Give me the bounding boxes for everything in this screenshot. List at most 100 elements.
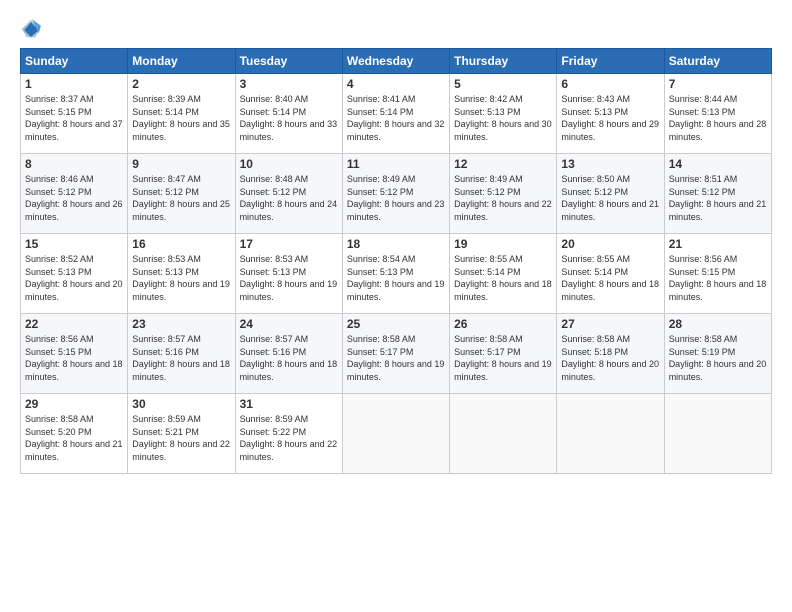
- calendar-body: 1 Sunrise: 8:37 AMSunset: 5:15 PMDaylight…: [21, 74, 772, 474]
- cell-text: Sunrise: 8:50 AMSunset: 5:12 PMDaylight:…: [561, 174, 659, 222]
- day-number: 27: [561, 317, 659, 331]
- logo-icon: [20, 18, 42, 40]
- calendar-cell: [557, 394, 664, 474]
- cell-text: Sunrise: 8:42 AMSunset: 5:13 PMDaylight:…: [454, 94, 552, 142]
- calendar-cell: 13Sunrise: 8:50 AMSunset: 5:12 PMDayligh…: [557, 154, 664, 234]
- calendar-cell: 14 Sunrise: 8:51 AMSunset: 5:12 PMDayligh…: [664, 154, 771, 234]
- cell-text: Sunrise: 8:58 AMSunset: 5:20 PMDaylight:…: [25, 414, 123, 462]
- day-number: 10: [240, 157, 338, 171]
- day-number: 18: [347, 237, 445, 251]
- cell-text: Sunrise: 8:58 AMSunset: 5:17 PMDaylight:…: [454, 334, 552, 382]
- cell-text: Sunrise: 8:49 AMSunset: 5:12 PMDaylight:…: [347, 174, 445, 222]
- calendar-cell: 19 Sunrise: 8:55 AMSunset: 5:14 PMDayligh…: [450, 234, 557, 314]
- calendar-cell: 10Sunrise: 8:48 AMSunset: 5:12 PMDayligh…: [235, 154, 342, 234]
- cell-text: Sunrise: 8:56 AMSunset: 5:15 PMDaylight:…: [25, 334, 123, 382]
- calendar-cell: [664, 394, 771, 474]
- calendar-cell: 23Sunrise: 8:57 AMSunset: 5:16 PMDayligh…: [128, 314, 235, 394]
- day-number: 28: [669, 317, 767, 331]
- calendar-header: SundayMondayTuesdayWednesdayThursdayFrid…: [21, 49, 772, 74]
- cell-text: Sunrise: 8:57 AMSunset: 5:16 PMDaylight:…: [132, 334, 230, 382]
- cell-text: Sunrise: 8:55 AMSunset: 5:14 PMDaylight:…: [454, 254, 552, 302]
- calendar-cell: 12 Sunrise: 8:49 AMSunset: 5:12 PMDayligh…: [450, 154, 557, 234]
- day-number: 2: [132, 77, 230, 91]
- day-number: 21: [669, 237, 767, 251]
- cell-text: Sunrise: 8:56 AMSunset: 5:15 PMDaylight:…: [669, 254, 767, 302]
- day-number: 8: [25, 157, 123, 171]
- day-number: 11: [347, 157, 445, 171]
- logo: [20, 18, 48, 40]
- calendar-cell: 26Sunrise: 8:58 AMSunset: 5:17 PMDayligh…: [450, 314, 557, 394]
- cell-text: Sunrise: 8:40 AMSunset: 5:14 PMDaylight:…: [240, 94, 338, 142]
- day-number: 22: [25, 317, 123, 331]
- calendar: SundayMondayTuesdayWednesdayThursdayFrid…: [20, 48, 772, 474]
- day-number: 20: [561, 237, 659, 251]
- day-number: 3: [240, 77, 338, 91]
- calendar-cell: 29 Sunrise: 8:58 AMSunset: 5:20 PMDayligh…: [21, 394, 128, 474]
- cell-text: Sunrise: 8:43 AMSunset: 5:13 PMDaylight:…: [561, 94, 659, 142]
- day-number: 7: [669, 77, 767, 91]
- cell-text: Sunrise: 8:44 AMSunset: 5:13 PMDaylight:…: [669, 94, 767, 142]
- weekday-sunday: Sunday: [21, 49, 128, 74]
- cell-text: Sunrise: 8:39 AMSunset: 5:14 PMDaylight:…: [132, 94, 230, 142]
- calendar-cell: 3 Sunrise: 8:40 AMSunset: 5:14 PMDaylight…: [235, 74, 342, 154]
- cell-text: Sunrise: 8:59 AMSunset: 5:21 PMDaylight:…: [132, 414, 230, 462]
- calendar-cell: 28 Sunrise: 8:58 AMSunset: 5:19 PMDayligh…: [664, 314, 771, 394]
- day-number: 5: [454, 77, 552, 91]
- day-number: 14: [669, 157, 767, 171]
- week-row-3: 15Sunrise: 8:52 AMSunset: 5:13 PMDayligh…: [21, 234, 772, 314]
- calendar-cell: 31 Sunrise: 8:59 AMSunset: 5:22 PMDayligh…: [235, 394, 342, 474]
- day-number: 4: [347, 77, 445, 91]
- calendar-cell: 8Sunrise: 8:46 AMSunset: 5:12 PMDaylight…: [21, 154, 128, 234]
- cell-text: Sunrise: 8:49 AMSunset: 5:12 PMDaylight:…: [454, 174, 552, 222]
- calendar-cell: [342, 394, 449, 474]
- calendar-cell: 5 Sunrise: 8:42 AMSunset: 5:13 PMDaylight…: [450, 74, 557, 154]
- calendar-cell: 20 Sunrise: 8:55 AMSunset: 5:14 PMDayligh…: [557, 234, 664, 314]
- day-number: 24: [240, 317, 338, 331]
- day-number: 25: [347, 317, 445, 331]
- day-number: 16: [132, 237, 230, 251]
- cell-text: Sunrise: 8:58 AMSunset: 5:19 PMDaylight:…: [669, 334, 767, 382]
- calendar-cell: 15Sunrise: 8:52 AMSunset: 5:13 PMDayligh…: [21, 234, 128, 314]
- calendar-cell: 4Sunrise: 8:41 AMSunset: 5:14 PMDaylight…: [342, 74, 449, 154]
- weekday-tuesday: Tuesday: [235, 49, 342, 74]
- calendar-cell: 30 Sunrise: 8:59 AMSunset: 5:21 PMDayligh…: [128, 394, 235, 474]
- day-number: 30: [132, 397, 230, 411]
- calendar-cell: [450, 394, 557, 474]
- week-row-5: 29 Sunrise: 8:58 AMSunset: 5:20 PMDayligh…: [21, 394, 772, 474]
- weekday-monday: Monday: [128, 49, 235, 74]
- cell-text: Sunrise: 8:53 AMSunset: 5:13 PMDaylight:…: [132, 254, 230, 302]
- day-number: 17: [240, 237, 338, 251]
- weekday-saturday: Saturday: [664, 49, 771, 74]
- calendar-cell: 2 Sunrise: 8:39 AMSunset: 5:14 PMDaylight…: [128, 74, 235, 154]
- calendar-cell: 1 Sunrise: 8:37 AMSunset: 5:15 PMDaylight…: [21, 74, 128, 154]
- calendar-cell: 17Sunrise: 8:53 AMSunset: 5:13 PMDayligh…: [235, 234, 342, 314]
- header: [20, 18, 772, 40]
- cell-text: Sunrise: 8:51 AMSunset: 5:12 PMDaylight:…: [669, 174, 767, 222]
- cell-text: Sunrise: 8:52 AMSunset: 5:13 PMDaylight:…: [25, 254, 123, 302]
- calendar-cell: 27 Sunrise: 8:58 AMSunset: 5:18 PMDayligh…: [557, 314, 664, 394]
- week-row-1: 1 Sunrise: 8:37 AMSunset: 5:15 PMDaylight…: [21, 74, 772, 154]
- day-number: 12: [454, 157, 552, 171]
- cell-text: Sunrise: 8:58 AMSunset: 5:18 PMDaylight:…: [561, 334, 659, 382]
- page: SundayMondayTuesdayWednesdayThursdayFrid…: [0, 0, 792, 612]
- cell-text: Sunrise: 8:59 AMSunset: 5:22 PMDaylight:…: [240, 414, 338, 462]
- cell-text: Sunrise: 8:58 AMSunset: 5:17 PMDaylight:…: [347, 334, 445, 382]
- day-number: 29: [25, 397, 123, 411]
- calendar-cell: 21 Sunrise: 8:56 AMSunset: 5:15 PMDayligh…: [664, 234, 771, 314]
- week-row-4: 22 Sunrise: 8:56 AMSunset: 5:15 PMDayligh…: [21, 314, 772, 394]
- day-number: 19: [454, 237, 552, 251]
- calendar-cell: 25 Sunrise: 8:58 AMSunset: 5:17 PMDayligh…: [342, 314, 449, 394]
- cell-text: Sunrise: 8:54 AMSunset: 5:13 PMDaylight:…: [347, 254, 445, 302]
- cell-text: Sunrise: 8:47 AMSunset: 5:12 PMDaylight:…: [132, 174, 230, 222]
- calendar-cell: 9 Sunrise: 8:47 AMSunset: 5:12 PMDaylight…: [128, 154, 235, 234]
- cell-text: Sunrise: 8:57 AMSunset: 5:16 PMDaylight:…: [240, 334, 338, 382]
- day-number: 9: [132, 157, 230, 171]
- day-number: 1: [25, 77, 123, 91]
- calendar-cell: 6Sunrise: 8:43 AMSunset: 5:13 PMDaylight…: [557, 74, 664, 154]
- day-number: 31: [240, 397, 338, 411]
- weekday-header-row: SundayMondayTuesdayWednesdayThursdayFrid…: [21, 49, 772, 74]
- calendar-cell: 16 Sunrise: 8:53 AMSunset: 5:13 PMDayligh…: [128, 234, 235, 314]
- cell-text: Sunrise: 8:55 AMSunset: 5:14 PMDaylight:…: [561, 254, 659, 302]
- cell-text: Sunrise: 8:37 AMSunset: 5:15 PMDaylight:…: [25, 94, 123, 142]
- calendar-cell: 22 Sunrise: 8:56 AMSunset: 5:15 PMDayligh…: [21, 314, 128, 394]
